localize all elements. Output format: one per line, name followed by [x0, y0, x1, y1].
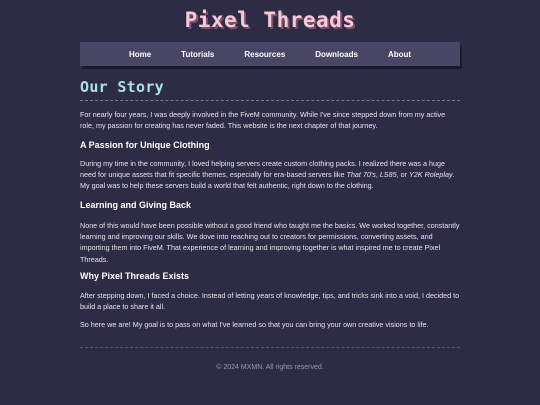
- nav-resources-link[interactable]: Resources: [229, 50, 300, 59]
- section-heading-unique-clothing: A Passion for Unique Clothing: [80, 140, 210, 150]
- why-paragraph: After stepping down, I faced a choice. I…: [80, 291, 460, 312]
- nav-downloads-link[interactable]: Downloads: [300, 50, 373, 59]
- closing-paragraph: So here we are! My goal is to pass on wh…: [80, 320, 429, 329]
- section-heading-why: Why Pixel Threads Exists: [80, 271, 190, 281]
- server-name-that70s: That 70's: [346, 170, 376, 180]
- separator: , or: [396, 170, 409, 180]
- main-content: Our Story For nearly four years, I was d…: [80, 78, 460, 329]
- footer-divider: [80, 347, 460, 348]
- server-name-y2k: Y2K Roleplay: [409, 170, 453, 180]
- intro-paragraph: For nearly four years, I was deeply invo…: [80, 110, 446, 131]
- section-heading-learning: Learning and Giving Back: [80, 200, 192, 210]
- server-name-ls85: LS85: [379, 170, 397, 180]
- main-nav: Home Tutorials Resources Downloads About: [80, 42, 460, 66]
- page-title: Our Story: [80, 78, 460, 101]
- nav-about-link[interactable]: About: [373, 50, 426, 59]
- unique-clothing-paragraph: During my time in the community, I loved…: [80, 158, 460, 192]
- site-title: Pixel Threads: [184, 8, 356, 32]
- footer-copyright: © 2024 MXMN. All rights reserved.: [216, 364, 324, 371]
- learning-paragraph: None of this would have been possible wi…: [80, 221, 460, 264]
- nav-tutorials-link[interactable]: Tutorials: [166, 50, 229, 59]
- nav-home-link[interactable]: Home: [114, 50, 166, 59]
